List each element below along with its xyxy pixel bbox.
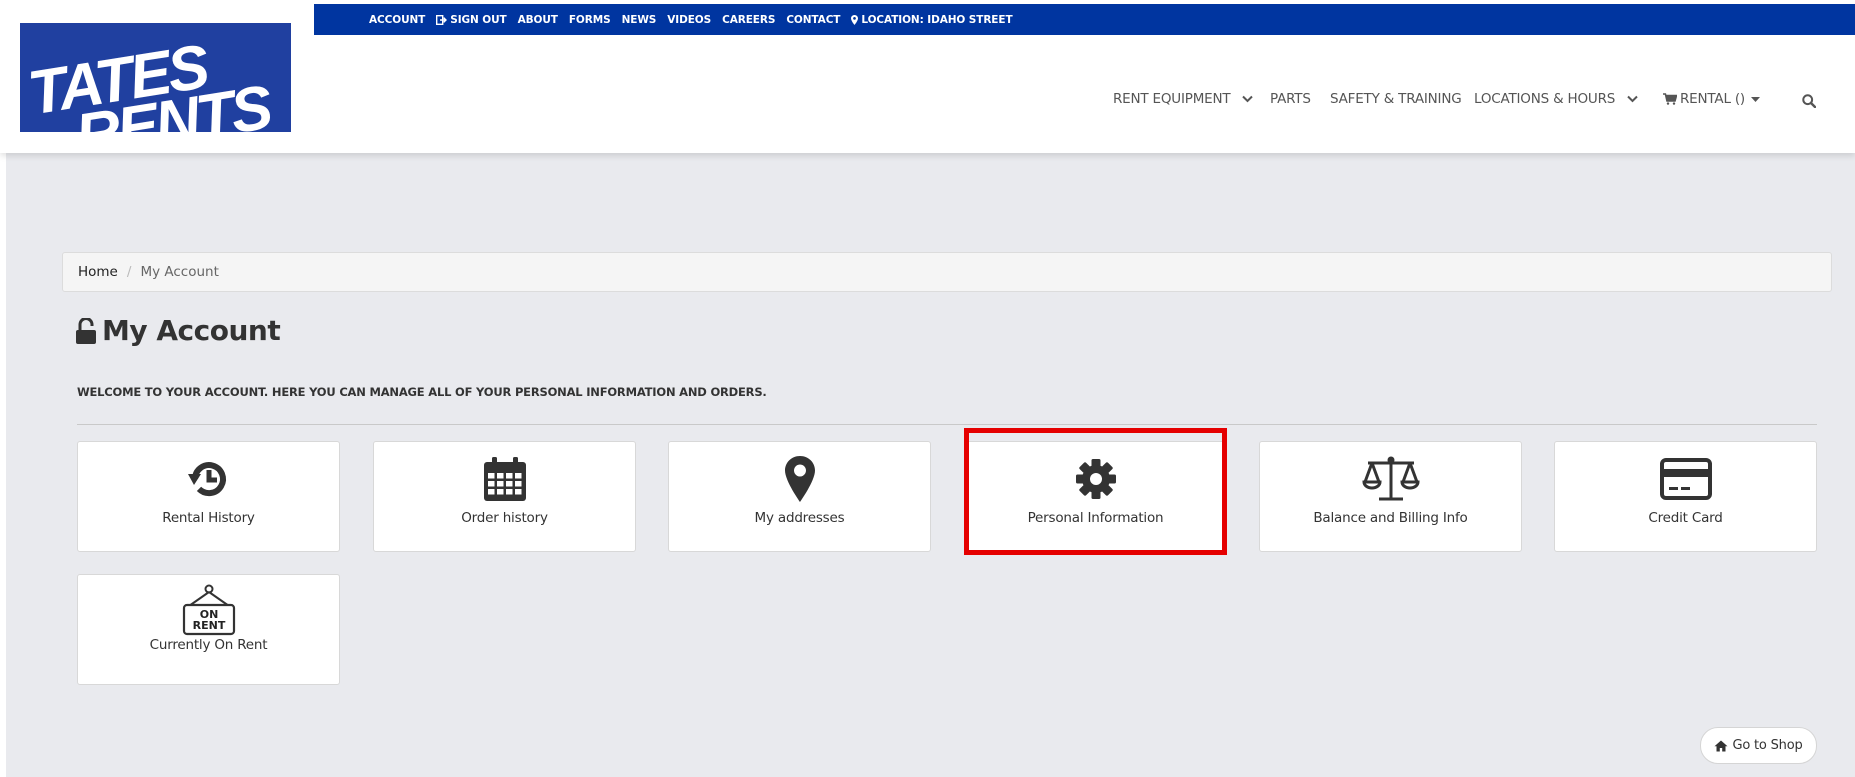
- tile-order-history[interactable]: Order history: [373, 441, 636, 552]
- topbar-videos-link[interactable]: VIDEOS: [667, 14, 711, 26]
- divider: [77, 424, 1817, 425]
- tile-label: Order history: [461, 510, 548, 526]
- map-marker-icon: [784, 456, 815, 502]
- history-icon: [187, 462, 226, 497]
- tile-label: Rental History: [162, 510, 255, 526]
- breadcrumb-home-link[interactable]: Home: [78, 264, 118, 280]
- search-icon: [1802, 94, 1817, 109]
- page-title-text: My Account: [102, 314, 281, 347]
- tile-balance-billing[interactable]: Balance and Billing Info: [1259, 441, 1522, 552]
- breadcrumb: Home / My Account: [62, 252, 1832, 292]
- tile-label: Credit Card: [1648, 510, 1723, 526]
- scale-icon: [1361, 456, 1420, 501]
- chevron-down-icon: [1627, 95, 1638, 103]
- breadcrumb-current: My Account: [140, 264, 219, 280]
- page-title: My Account: [76, 314, 281, 347]
- topbar-careers-link[interactable]: CAREERS: [722, 14, 775, 26]
- home-icon: [1714, 740, 1728, 751]
- tile-my-addresses[interactable]: My addresses: [668, 441, 931, 552]
- nav-locations-hours[interactable]: LOCATIONS & HOURS: [1474, 91, 1638, 107]
- search-button[interactable]: [1802, 94, 1817, 113]
- breadcrumb-separator: /: [126, 264, 132, 280]
- topbar-account-link[interactable]: ACCOUNT: [369, 14, 425, 26]
- chevron-down-icon: [1242, 95, 1254, 103]
- tile-credit-card[interactable]: Credit Card: [1554, 441, 1817, 552]
- topbar-news-link[interactable]: NEWS: [622, 14, 657, 26]
- tile-currently-on-rent[interactable]: ON RENT Currently On Rent: [77, 574, 340, 685]
- site-logo[interactable]: TATES RENTS: [20, 23, 291, 132]
- tile-label: Currently On Rent: [149, 637, 268, 653]
- tile-label: My addresses: [754, 510, 845, 526]
- topbar-location-link[interactable]: LOCATION: IDAHO STREET: [851, 14, 1013, 26]
- tile-label: Balance and Billing Info: [1313, 510, 1468, 526]
- welcome-message: WELCOME TO YOUR ACCOUNT. HERE YOU CAN MA…: [77, 385, 767, 399]
- page: TATES RENTS ACCOUNT SIGN OUT ABOUT FORMS…: [0, 0, 1855, 777]
- unlock-icon: [76, 317, 96, 344]
- credit-card-icon: [1659, 458, 1712, 500]
- map-marker-icon: [851, 14, 859, 25]
- sign-text-rent: RENT: [192, 619, 225, 632]
- topbar-contact-link[interactable]: CONTACT: [786, 14, 840, 26]
- shopping-cart-icon: [1663, 93, 1677, 105]
- tile-rental-history[interactable]: Rental History: [77, 441, 340, 552]
- calendar-icon: [483, 457, 526, 501]
- sign-out-icon: [436, 14, 448, 25]
- tile-label: Personal Information: [1027, 510, 1164, 526]
- topbar-forms-link[interactable]: FORMS: [569, 14, 611, 26]
- on-rent-sign-icon: ON RENT: [182, 584, 235, 636]
- gear-icon: [1075, 459, 1116, 499]
- nav-parts[interactable]: PARTS: [1270, 91, 1311, 107]
- caret-down-icon: [1751, 96, 1760, 102]
- nav-safety-training[interactable]: SAFETY & TRAINING: [1330, 91, 1462, 107]
- go-to-shop-button[interactable]: Go to Shop: [1700, 727, 1817, 764]
- utility-bar: ACCOUNT SIGN OUT ABOUT FORMS NEWS VIDEOS…: [314, 4, 1855, 35]
- nav-rent-equipment[interactable]: RENT EQUIPMENT: [1113, 91, 1254, 107]
- tile-personal-information[interactable]: Personal Information: [964, 441, 1227, 552]
- nav-rental-cart[interactable]: RENTAL (): [1663, 91, 1760, 107]
- site-header: TATES RENTS ACCOUNT SIGN OUT ABOUT FORMS…: [0, 0, 1855, 153]
- topbar-about-link[interactable]: ABOUT: [518, 14, 558, 26]
- topbar-signout-link[interactable]: SIGN OUT: [436, 14, 507, 26]
